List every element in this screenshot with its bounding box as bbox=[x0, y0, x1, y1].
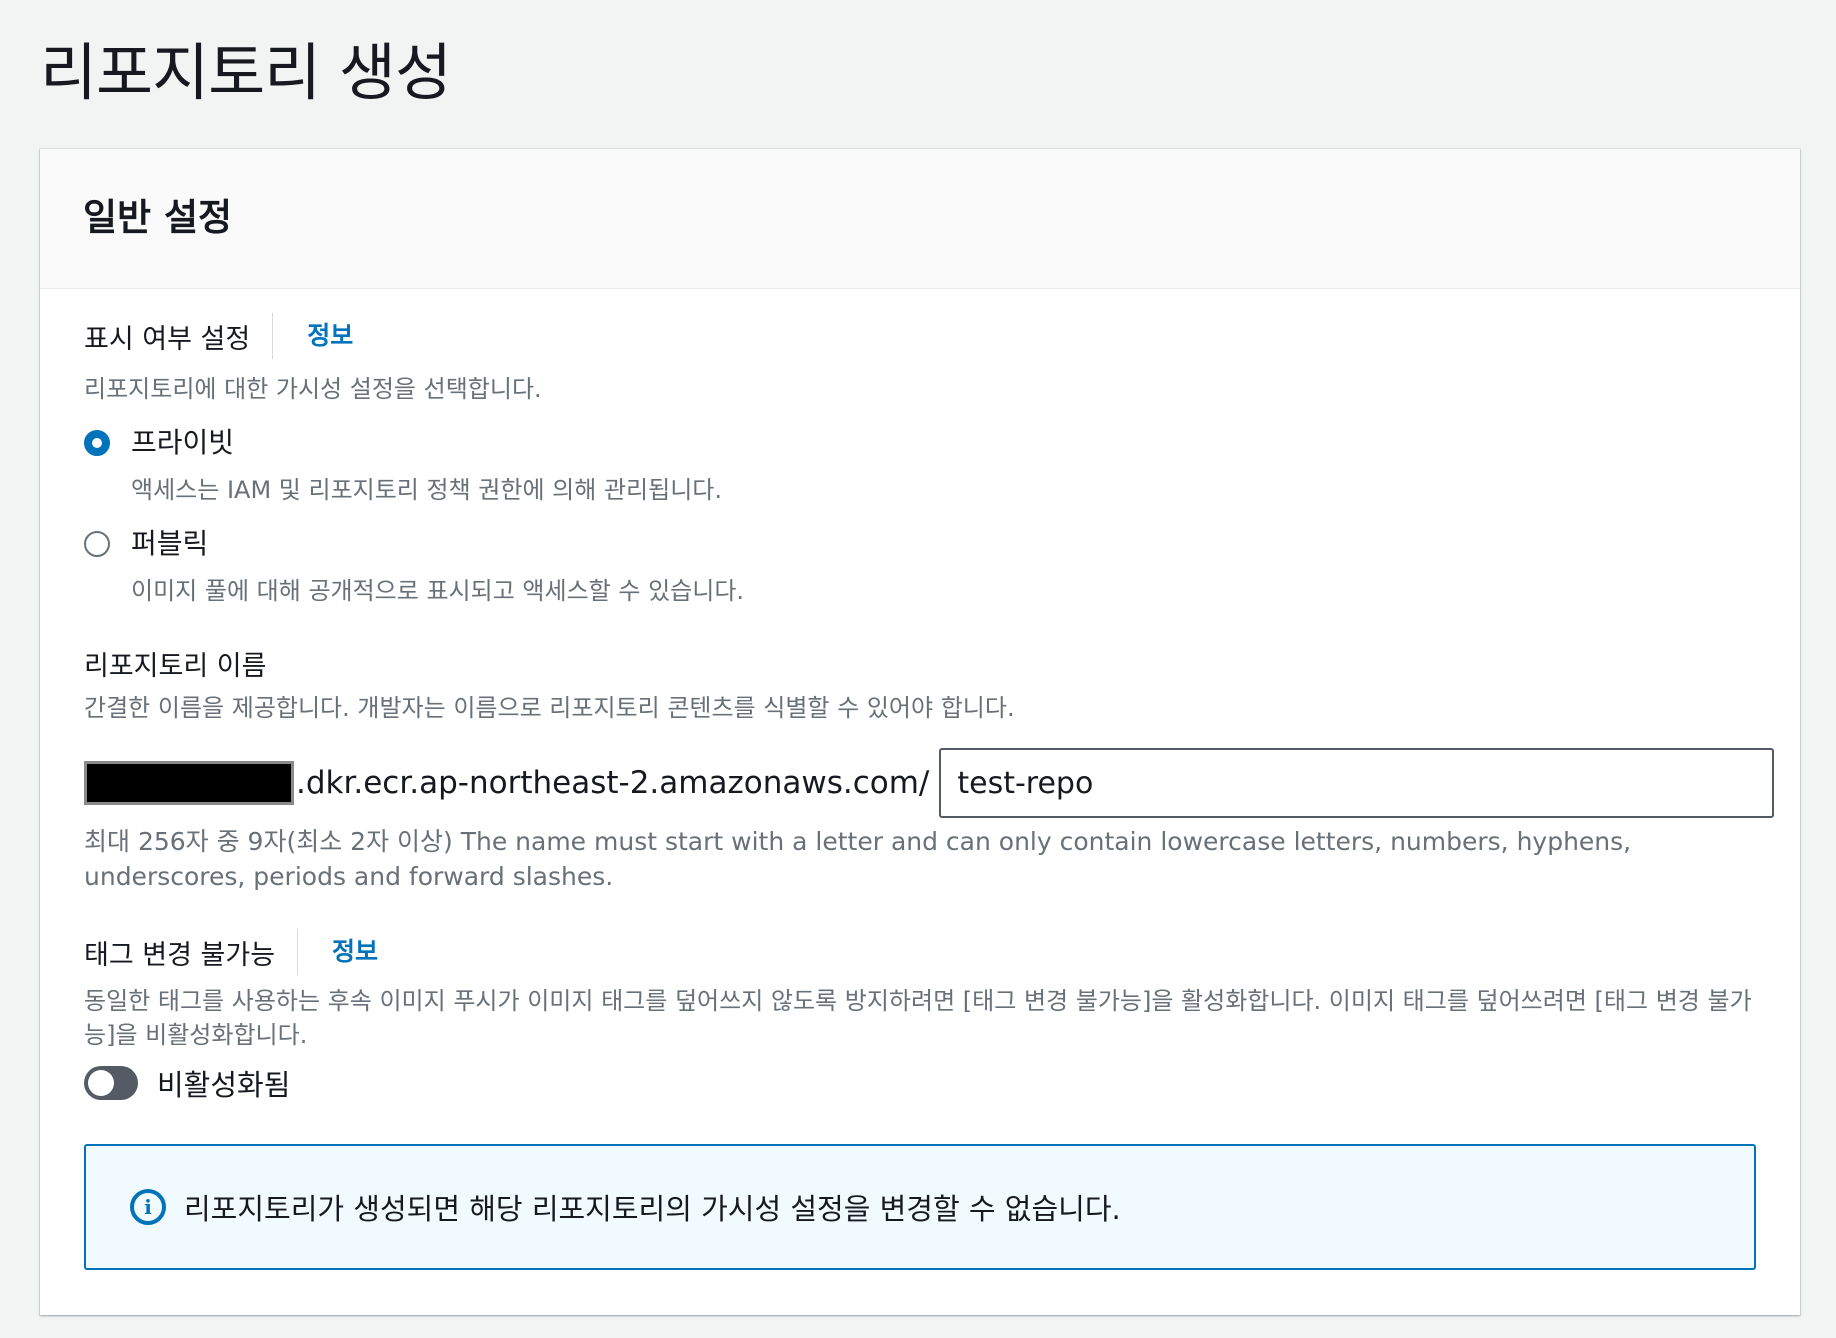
registry-uri-suffix: .dkr.ecr.ap-northeast-2.amazonaws.com/ bbox=[296, 765, 930, 801]
repo-name-description: 간결한 이름을 제공합니다. 개발자는 이름으로 리포지토리 콘텐츠를 식별할 … bbox=[84, 694, 1015, 722]
visibility-info-alert: i 리포지토리가 생성되면 해당 리포지토리의 가시성 설정을 변경할 수 없습… bbox=[84, 1144, 1756, 1270]
radio-private[interactable] bbox=[84, 430, 110, 456]
tag-immutability-info-link[interactable]: 정보 bbox=[297, 929, 378, 975]
tag-immutability-toggle-row: 비활성화됨 bbox=[84, 1062, 290, 1104]
radio-public-label: 퍼블릭 bbox=[131, 527, 209, 560]
tag-immutability-label: 태그 변경 불가능 bbox=[84, 939, 276, 971]
visibility-info-link[interactable]: 정보 bbox=[272, 313, 353, 359]
panel-title: 일반 설정 bbox=[83, 196, 233, 239]
visibility-section: 표시 여부 설정 정보 bbox=[84, 313, 353, 359]
radio-option-public[interactable]: 퍼블릭 이미지 풀에 대해 공개적으로 표시되고 액세스할 수 있습니다. bbox=[84, 525, 744, 606]
radio-option-private[interactable]: 프라이빗 액세스는 IAM 및 리포지토리 정책 권한에 의해 관리됩니다. bbox=[84, 424, 722, 505]
repo-name-label: 리포지토리 이름 bbox=[84, 651, 267, 682]
toggle-knob bbox=[88, 1070, 114, 1096]
page-title: 리포지토리 생성 bbox=[40, 36, 452, 109]
visibility-description: 리포지토리에 대한 가시성 설정을 선택합니다. bbox=[84, 375, 542, 403]
visibility-label: 표시 여부 설정 bbox=[84, 323, 251, 355]
radio-public[interactable] bbox=[84, 531, 110, 557]
repo-name-input[interactable] bbox=[939, 748, 1775, 818]
panel-header: 일반 설정 bbox=[40, 149, 1800, 289]
tag-immutability-state: 비활성화됨 bbox=[157, 1068, 291, 1102]
repo-name-constraint: 최대 256자 중 9자(최소 2자 이상) The name must sta… bbox=[84, 827, 1632, 891]
tag-immutability-toggle[interactable] bbox=[84, 1066, 138, 1100]
tag-immutability-description: 동일한 태그를 사용하는 후속 이미지 푸시가 이미지 태그를 덮어쓰지 않도록… bbox=[84, 987, 1752, 1049]
tag-immutability-section: 태그 변경 불가능 정보 bbox=[84, 929, 378, 975]
redacted-account-id bbox=[84, 761, 294, 805]
repo-name-section: 리포지토리 이름 bbox=[84, 644, 266, 683]
radio-private-label: 프라이빗 bbox=[131, 426, 235, 459]
general-settings-panel: 일반 설정 표시 여부 설정 정보 리포지토리에 대한 가시성 설정을 선택합니… bbox=[40, 149, 1800, 1315]
radio-public-description: 이미지 풀에 대해 공개적으로 표시되고 액세스할 수 있습니다. bbox=[131, 577, 745, 605]
info-circle-icon: i bbox=[130, 1189, 166, 1225]
alert-text: 리포지토리가 생성되면 해당 리포지토리의 가시성 설정을 변경할 수 없습니다… bbox=[184, 1192, 1121, 1226]
repo-uri-row: .dkr.ecr.ap-northeast-2.amazonaws.com/ bbox=[84, 748, 1775, 818]
radio-private-description: 액세스는 IAM 및 리포지토리 정책 권한에 의해 관리됩니다. bbox=[131, 476, 722, 504]
